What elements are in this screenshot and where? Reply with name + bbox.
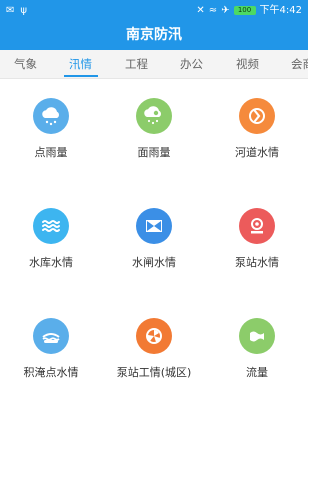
mute-icon: ✕ <box>196 4 205 16</box>
status-time: 下午4:42 <box>259 5 302 16</box>
tab-bar: 气象 汛情 工程 办公 视频 会商 <box>0 50 308 79</box>
cloud-rain-area-icon <box>136 98 172 134</box>
pump-work-icon <box>136 318 172 354</box>
airplane-icon: ✈ <box>221 4 230 16</box>
cloud-rain-icon <box>33 98 69 134</box>
grid-item-label: 点雨量 <box>34 146 68 159</box>
grid-item-label: 面雨量 <box>137 146 171 159</box>
grid-item-pump[interactable]: 泵站水情 <box>206 188 308 298</box>
grid-item-label: 水闸水情 <box>132 256 176 269</box>
grid-item-label: 泵站工情(城区) <box>116 366 192 379</box>
tab-engineering[interactable]: 工程 <box>125 50 148 78</box>
grid-item-label: 河道水情 <box>235 146 279 159</box>
flow-icon <box>239 318 275 354</box>
grid-item-river[interactable]: 河道水情 <box>206 78 308 188</box>
grid-item-flood-point[interactable]: 积淹点水情 <box>0 298 102 408</box>
active-tab-indicator <box>64 75 98 77</box>
notification-icon: ✉ <box>6 4 15 16</box>
battery-icon: 100 <box>233 6 256 15</box>
grid-item-sluice[interactable]: 水闸水情 <box>103 188 205 298</box>
grid-item-area-rainfall[interactable]: 面雨量 <box>103 78 205 188</box>
sluice-icon <box>136 208 172 244</box>
grid-item-label: 泵站水情 <box>235 256 279 269</box>
flood-point-icon <box>33 318 69 354</box>
page-title: 南京防汛 <box>0 21 308 50</box>
grid-item-flow[interactable]: 流量 <box>206 298 308 408</box>
grid-item-label: 流量 <box>246 366 268 379</box>
grid-item-reservoir[interactable]: 水库水情 <box>0 188 102 298</box>
pump-icon <box>239 208 275 244</box>
tab-video[interactable]: 视频 <box>236 50 259 78</box>
status-bar: ✉ ψ ✕ ≈ ✈ 100 下午4:42 <box>0 0 308 21</box>
grid-item-label: 水库水情 <box>29 256 73 269</box>
waves-icon <box>33 208 69 244</box>
grid-item-pump-work[interactable]: 泵站工情(城区) <box>103 298 205 408</box>
grid-item-point-rainfall[interactable]: 点雨量 <box>0 78 102 188</box>
tab-consult[interactable]: 会商 <box>291 50 308 78</box>
tab-weather[interactable]: 气象 <box>14 50 37 78</box>
wifi-icon: ≈ <box>208 4 218 16</box>
tab-office[interactable]: 办公 <box>180 50 203 78</box>
tab-flood[interactable]: 汛情 <box>69 50 92 78</box>
river-icon <box>239 98 275 134</box>
grid-item-label: 积淹点水情 <box>23 366 79 379</box>
usb-icon: ψ <box>20 4 27 16</box>
